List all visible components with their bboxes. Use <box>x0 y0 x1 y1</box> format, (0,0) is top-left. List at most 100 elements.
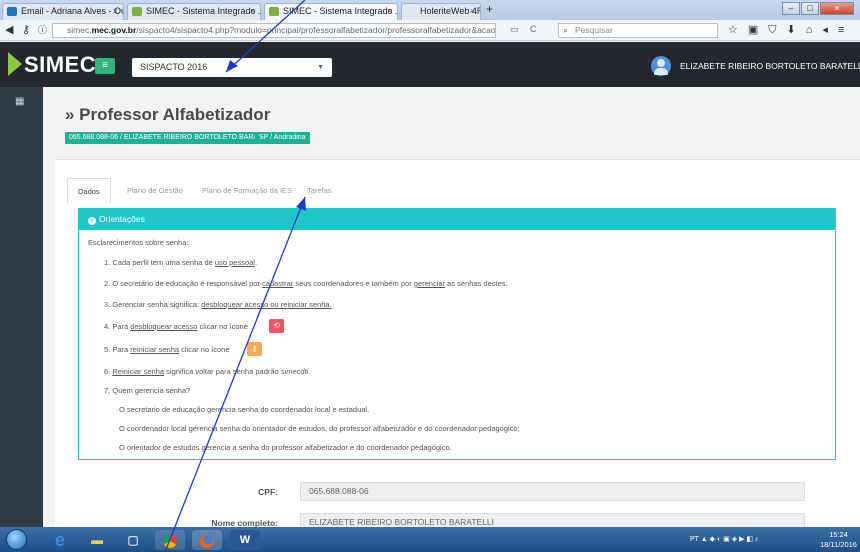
item-text: clicar no ícone <box>197 322 248 331</box>
program-select[interactable]: SISPACTO 2016 ▼ <box>132 58 332 77</box>
location-badge: SP / Andradina <box>255 132 310 144</box>
item-number: 1. <box>104 258 111 267</box>
item-text: seus coordenadores e também por <box>293 279 414 288</box>
new-tab-icon[interactable]: + <box>486 2 493 16</box>
item-number: 6. <box>104 367 111 376</box>
item-underlined: reiniciar senha <box>130 345 180 354</box>
word-icon[interactable]: W <box>230 530 260 550</box>
list-item: 5. Para reiniciar senha clicar no ícone <box>104 345 230 354</box>
tab-dados[interactable]: Dados <box>67 178 111 204</box>
browser-tab-title: SIMEC - Sistema Integrado ... <box>283 6 398 16</box>
url-domain: mec.gov.br <box>91 25 137 35</box>
item-text: Para <box>112 322 131 331</box>
media-player-icon[interactable]: ▢ <box>118 530 148 550</box>
search-placeholder: Pesquisar <box>575 25 613 35</box>
reload-icon[interactable]: C <box>530 24 537 34</box>
system-tray: PT ▲ ◆ ◐ ▣ ◈ ▶ ◧ ♪ <box>690 536 759 543</box>
sub-item: O coordenador local gerencia senha do or… <box>119 424 520 433</box>
firefox-icon[interactable] <box>192 530 222 550</box>
clock[interactable]: 15:24 18/11/2016 <box>820 530 857 550</box>
minimize-icon[interactable]: – <box>782 2 800 15</box>
list-item: 7. Quem gerencia senha? <box>104 386 190 395</box>
toolbar-icons[interactable]: ☆▣⛉⬇⌂◂≡ <box>728 23 854 37</box>
browser-nav-bar: ◀ ⚷ ⓘ simec.mec.gov.br/sispacto4/sispact… <box>0 20 860 41</box>
program-select-value: SISPACTO 2016 <box>140 62 208 72</box>
item-number: 5. <box>104 345 111 354</box>
start-button[interactable] <box>6 529 27 550</box>
item-text: as senhas destes. <box>445 279 508 288</box>
menu-toggle-button[interactable]: ≡ <box>95 58 115 74</box>
chevron-down-icon: ▼ <box>317 64 324 71</box>
close-tab-icon[interactable]: × <box>387 4 392 19</box>
taskbar: e ▬ ▢ W PT ▲ ◆ ◐ ▣ ◈ ▶ ◧ ♪ 15:24 18/11/2… <box>0 527 860 552</box>
user-name[interactable]: ELIZABETE RIBEIRO BORTOLETO BARATELLI <box>680 61 860 71</box>
tab-plano-formacao[interactable]: Plano de Formação da IES <box>192 178 302 204</box>
chrome-icon[interactable] <box>155 530 185 550</box>
identity-icon[interactable]: ⚷ <box>22 23 30 36</box>
browser-tab-simec-1[interactable]: SIMEC - Sistema Integrado ... × <box>127 3 261 20</box>
reset-password-icon: ⚷ <box>247 342 262 356</box>
list-item: 4. Para desbloquear acesso clicar no íco… <box>104 322 248 331</box>
address-bar[interactable]: simec.mec.gov.br/sispacto4/sispacto4.php… <box>52 23 496 38</box>
unlock-icon: ⟲ <box>269 319 284 333</box>
item-text: . <box>254 258 258 267</box>
item-underlined: gerenciar <box>413 279 446 288</box>
simec-favicon-icon <box>132 7 142 16</box>
item-text: Quem gerencia senha? <box>112 386 191 395</box>
url-path: /sispacto4/sispacto4.php?modulo=principa… <box>136 25 496 35</box>
maximize-icon[interactable]: □ <box>801 2 819 15</box>
orientacoes-title: Orientações <box>99 214 145 224</box>
search-input[interactable]: ⌕ Pesquisar <box>558 23 718 38</box>
browser-tab-title: SIMEC - Sistema Integrado ... <box>146 6 261 16</box>
back-icon[interactable]: ◀ <box>5 23 13 36</box>
item-text: clicar no ícone <box>179 345 230 354</box>
item-text: significa voltar para senha padrão <box>164 367 281 376</box>
browser-tab-simec-2[interactable]: SIMEC - Sistema Integrado ... × <box>264 3 398 20</box>
list-item: 2. O secretário de educação é responsáve… <box>104 279 508 288</box>
simec-logo-icon <box>8 52 22 76</box>
simec-favicon-icon <box>269 7 279 16</box>
close-tab-icon[interactable]: × <box>470 4 475 19</box>
clock-time: 15:24 <box>829 530 848 539</box>
close-tab-icon[interactable]: × <box>250 4 255 19</box>
item-underlined: uso pessoal <box>214 258 255 267</box>
user-avatar-icon[interactable] <box>651 56 671 76</box>
list-item: 1. Cada perfil tem uma senha de uso pess… <box>104 258 257 267</box>
item-underlined: cadastrar <box>262 279 294 288</box>
item-number: 2. <box>104 279 111 288</box>
sub-item: O orientador de estudos gerencia a senha… <box>119 443 452 452</box>
item-underlined: Reiniciar senha <box>112 367 165 376</box>
close-window-icon[interactable]: × <box>820 2 854 15</box>
language-indicator[interactable]: PT <box>690 536 699 543</box>
item-text: Gerenciar senha significa: <box>112 300 202 309</box>
list-item: 6. Reiniciar senha significa voltar para… <box>104 367 310 376</box>
info-icon[interactable]: ⓘ <box>38 23 47 36</box>
app-logo[interactable]: SIMEC <box>24 52 96 78</box>
app-header: SIMEC ≡ SISPACTO 2016 ▼ ELIZABETE RIBEIR… <box>0 42 860 87</box>
folder-icon[interactable]: ▬ <box>82 530 112 550</box>
browser-tab-holerite[interactable]: HoleriteWeb 4R × <box>401 3 481 20</box>
cpf-field[interactable]: 065.688.088-06 <box>300 482 805 501</box>
chevron-down-icon[interactable]: ▾ <box>843 60 847 69</box>
internet-explorer-icon[interactable]: e <box>45 530 75 550</box>
close-tab-icon[interactable]: × <box>113 4 118 19</box>
tab-plano-gestao[interactable]: Plano de Gestão <box>117 178 193 204</box>
orientacoes-panel: i Orientações Esclarecimentos sobre senha… <box>78 208 836 460</box>
item-text: Para <box>112 345 131 354</box>
tab-tarefas[interactable]: Tarefas <box>297 178 342 204</box>
browser-tab-title: Email - Adriana Alves - Out... <box>21 6 123 16</box>
page-title: » Professor Alfabetizador <box>65 105 271 124</box>
browser-tab-email[interactable]: Email - Adriana Alves - Out... × <box>2 3 124 20</box>
grid-icon[interactable]: ▦ <box>15 96 24 107</box>
window-controls: – □ × <box>781 2 854 15</box>
info-icon: i <box>88 217 96 225</box>
outlook-icon <box>7 7 17 16</box>
list-item: 3. Gerenciar senha significa: desbloquea… <box>104 300 332 309</box>
item-text: Cada perfil tem uma senha de <box>112 258 215 267</box>
user-badge: 065.688.088-06 / ELIZABETE RIBEIRO BORTO… <box>65 132 281 144</box>
browser-tab-bar: Email - Adriana Alves - Out... × SIMEC -… <box>0 0 860 20</box>
item-number: 7. <box>104 386 111 395</box>
intro-text: Esclarecimentos sobre senha: <box>88 238 189 247</box>
reader-icon[interactable]: ▭ <box>510 24 519 35</box>
item-emphasis: simecdti. <box>280 367 311 376</box>
